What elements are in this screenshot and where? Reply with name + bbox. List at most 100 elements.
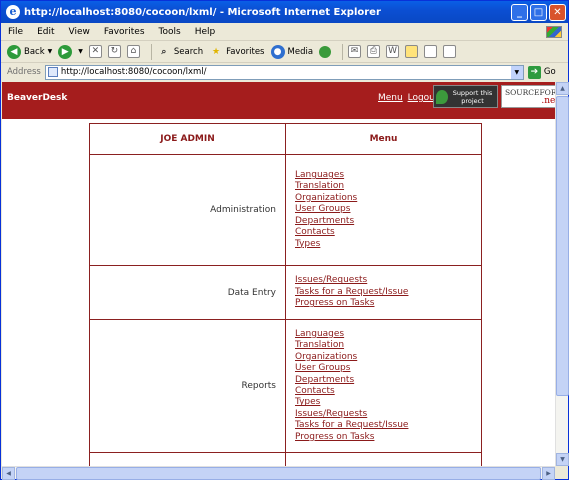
toolbar-separator <box>342 43 344 60</box>
menu-bar: File Edit View Favorites Tools Help <box>1 23 568 41</box>
table-row: Reports Languages Translation Organizati… <box>89 319 482 453</box>
support-project-button[interactable]: Support this project <box>433 85 498 108</box>
address-url[interactable]: http://localhost:8080/cocoon/lxml/ <box>61 67 207 77</box>
media-label: Media <box>287 46 314 57</box>
edit-icon[interactable]: W <box>386 45 400 58</box>
media-icon: ● <box>270 44 285 59</box>
menu-link[interactable]: Menu <box>378 93 403 103</box>
vertical-scrollbar[interactable]: ▲ ▼ <box>555 82 569 466</box>
back-dropdown-icon[interactable]: ▼ <box>48 48 53 55</box>
link-user-groups[interactable]: User Groups <box>295 204 481 215</box>
table-row: Data Entry Issues/Requests Tasks for a R… <box>89 265 482 320</box>
section-links: Languages Translation Organizations User… <box>285 319 482 453</box>
link-user-groups[interactable]: User Groups <box>295 363 481 374</box>
print-icon[interactable]: ⎙ <box>367 45 381 58</box>
menu-edit[interactable]: Edit <box>30 27 61 37</box>
link-issues-requests[interactable]: Issues/Requests <box>295 275 481 286</box>
mail-icon[interactable]: ✉ <box>348 45 362 58</box>
ie-logo-icon: e <box>6 5 20 19</box>
scroll-up-icon[interactable]: ▲ <box>556 82 569 95</box>
section-links: Issues/Requests Tasks for a Request/Issu… <box>285 265 482 320</box>
link-types[interactable]: Types <box>295 239 481 250</box>
sourceforge-logo[interactable]: SOURCEFORGE .net <box>501 85 555 108</box>
history-icon[interactable] <box>319 45 332 58</box>
page-icon <box>47 67 58 77</box>
menu-header: Menu <box>285 123 482 155</box>
refresh-icon[interactable]: ↻ <box>107 45 121 58</box>
address-bar: Address http://localhost:8080/cocoon/lxm… <box>1 63 568 81</box>
table-row: Administration Languages Translation Org… <box>89 154 482 266</box>
section-links: Languages Translation Organizations User… <box>285 154 482 266</box>
search-button[interactable]: ⌕ Search <box>157 45 203 59</box>
link-tasks-for-request[interactable]: Tasks for a Request/Issue <box>295 420 481 431</box>
search-label: Search <box>173 46 204 57</box>
research-icon[interactable] <box>424 45 438 58</box>
user-name-header: JOE ADMIN <box>89 123 286 155</box>
header-links: Menu Logout <box>378 93 440 103</box>
link-translation[interactable]: Translation <box>295 340 481 351</box>
home-icon[interactable]: ⌂ <box>126 45 140 58</box>
back-button[interactable]: ◀ Back ▼ <box>7 44 53 59</box>
link-organizations[interactable]: Organizations <box>295 193 481 204</box>
toolbar-separator <box>150 43 152 60</box>
title-bar[interactable]: e http://localhost:8080/cocoon/lxml/ - M… <box>1 1 568 23</box>
forward-button[interactable]: ▶ ▼ <box>58 44 83 59</box>
messenger-icon[interactable] <box>443 45 457 58</box>
site-brand: BeaverDesk <box>7 93 68 103</box>
go-arrow-icon: ➔ <box>527 65 541 79</box>
section-label: Data Entry <box>89 265 286 320</box>
forward-dropdown-icon[interactable]: ▼ <box>78 48 83 55</box>
search-icon: ⌕ <box>161 46 167 57</box>
link-translation[interactable]: Translation <box>295 181 481 192</box>
empty-cell <box>89 452 286 466</box>
site-header: BeaverDesk Menu Logout Support this proj… <box>2 82 555 119</box>
stop-icon[interactable]: ✕ <box>88 45 102 58</box>
link-departments[interactable]: Departments <box>295 375 481 386</box>
forward-arrow-icon: ▶ <box>58 44 73 59</box>
address-input[interactable]: http://localhost:8080/cocoon/lxml/ ▼ <box>44 64 524 80</box>
link-contacts[interactable]: Contacts <box>295 386 481 397</box>
scroll-left-icon[interactable]: ◀ <box>2 467 15 480</box>
table-header-row: JOE ADMIN Menu <box>89 123 482 155</box>
link-progress-on-tasks[interactable]: Progress on Tasks <box>295 432 481 443</box>
maximize-button[interactable]: □ <box>530 3 547 21</box>
link-languages[interactable]: Languages <box>295 329 481 340</box>
link-contacts[interactable]: Contacts <box>295 227 481 238</box>
link-departments[interactable]: Departments <box>295 216 481 227</box>
support-text: Support this project <box>452 89 493 105</box>
menu-favorites[interactable]: Favorites <box>97 27 152 37</box>
horizontal-scroll-thumb[interactable] <box>16 467 541 480</box>
scrollbar-corner <box>555 466 568 479</box>
table-row <box>89 452 482 466</box>
menu-view[interactable]: View <box>62 27 97 37</box>
menu-tools[interactable]: Tools <box>152 27 188 37</box>
window-title: http://localhost:8080/cocoon/lxml/ - Mic… <box>24 6 381 18</box>
favorites-button[interactable]: ★ Favorites <box>209 45 264 59</box>
page-viewport: BeaverDesk Menu Logout Support this proj… <box>2 82 555 466</box>
link-languages[interactable]: Languages <box>295 170 481 181</box>
go-button[interactable]: ➔ Go <box>527 65 556 79</box>
minimize-button[interactable]: _ <box>511 3 528 21</box>
discuss-icon[interactable] <box>405 45 419 58</box>
close-button[interactable]: ✕ <box>549 3 566 21</box>
scroll-down-icon[interactable]: ▼ <box>556 453 569 466</box>
vertical-scroll-thumb[interactable] <box>556 96 569 396</box>
sf-logo-net: .net <box>541 96 555 106</box>
windows-flag-icon <box>546 25 562 38</box>
link-organizations[interactable]: Organizations <box>295 352 481 363</box>
favorites-label: Favorites <box>226 46 265 57</box>
link-progress-on-tasks[interactable]: Progress on Tasks <box>295 298 481 309</box>
toolbar: ◀ Back ▼ ▶ ▼ ✕ ↻ ⌂ ⌕ Search ★ Favorites … <box>1 41 568 63</box>
link-issues-requests[interactable]: Issues/Requests <box>295 409 481 420</box>
media-button[interactable]: ● Media <box>270 44 314 59</box>
menu-help[interactable]: Help <box>188 27 223 37</box>
menu-table: JOE ADMIN Menu Administration Languages … <box>89 123 482 466</box>
link-tasks-for-request[interactable]: Tasks for a Request/Issue <box>295 287 481 298</box>
address-dropdown-icon[interactable]: ▼ <box>510 65 523 79</box>
menu-file[interactable]: File <box>1 27 30 37</box>
horizontal-scrollbar[interactable]: ◀ ▶ <box>2 466 555 480</box>
scroll-right-icon[interactable]: ▶ <box>542 467 555 480</box>
link-types[interactable]: Types <box>295 397 481 408</box>
back-label: Back <box>24 46 45 57</box>
empty-cell <box>285 452 482 466</box>
